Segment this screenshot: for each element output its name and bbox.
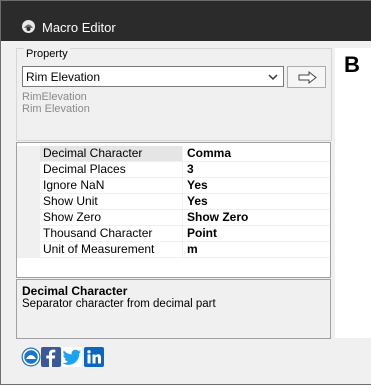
grid-row-name: Show Zero	[40, 210, 183, 226]
grid-row-name: Unit of Measurement	[40, 242, 183, 258]
grid-row-value[interactable]: m	[183, 242, 330, 258]
grid-row[interactable]: Show Unit Yes	[17, 194, 330, 210]
property-select[interactable]: Rim Elevation	[22, 66, 284, 87]
description-panel: Decimal Character Separator character fr…	[16, 279, 331, 339]
preview-panel	[335, 48, 371, 338]
facebook-icon[interactable]	[41, 347, 61, 367]
window-title: Macro Editor	[42, 20, 116, 35]
chevron-down-icon[interactable]	[267, 70, 279, 84]
grid-row-gutter	[17, 146, 40, 162]
grid-row-value[interactable]: Comma	[183, 146, 330, 162]
twitter-icon[interactable]	[62, 347, 82, 367]
grid-row[interactable]: Thousand Character Point	[17, 226, 330, 242]
description-title: Decimal Character	[22, 284, 128, 298]
grid-row-value[interactable]: Point	[183, 226, 330, 242]
grid-row-name: Ignore NaN	[40, 178, 183, 194]
description-text: Separator character from decimal part	[22, 298, 216, 310]
grid-row-gutter	[17, 194, 40, 210]
property-group-label: Property	[24, 48, 70, 60]
property-internal-name: RimElevation	[22, 91, 87, 103]
grid-row-name: Decimal Character	[40, 146, 183, 162]
grid-row-gutter	[17, 210, 40, 226]
grid-row[interactable]: Decimal Character Comma	[17, 146, 330, 162]
grid-row-gutter	[17, 226, 40, 242]
grid-row[interactable]: Decimal Places 3	[17, 162, 330, 178]
grid-row-value[interactable]: Yes	[183, 194, 330, 210]
grid-row-name: Thousand Character	[40, 226, 183, 242]
grid-row-gutter	[17, 178, 40, 194]
grid-row-gutter	[17, 162, 40, 178]
property-select-value: Rim Elevation	[26, 70, 101, 84]
grid-row-gutter	[17, 242, 40, 258]
grid-row[interactable]: Unit of Measurement m	[17, 242, 330, 258]
title-bar[interactable]: Macro Editor	[1, 1, 371, 41]
web-icon[interactable]	[21, 347, 41, 367]
app-logo-icon	[22, 20, 35, 33]
navigate-property-button[interactable]	[287, 66, 326, 88]
grid-row-name: Decimal Places	[40, 162, 183, 178]
arrow-right-icon	[298, 71, 317, 84]
preview-letter: B	[344, 52, 360, 77]
grid-row-value[interactable]: Show Zero	[183, 210, 330, 226]
properties-grid: Decimal Character Comma Decimal Places 3…	[16, 142, 331, 278]
linkedin-icon[interactable]	[84, 347, 104, 367]
grid-row-value[interactable]: Yes	[183, 178, 330, 194]
grid-row[interactable]: Show Zero Show Zero	[17, 210, 330, 226]
property-display-name: Rim Elevation	[22, 103, 90, 115]
grid-row[interactable]: Ignore NaN Yes	[17, 178, 330, 194]
grid-row-value[interactable]: 3	[183, 162, 330, 178]
grid-row-name: Show Unit	[40, 194, 183, 210]
macro-editor-window: Macro Editor Property Rim Elevation RimE…	[0, 0, 371, 385]
